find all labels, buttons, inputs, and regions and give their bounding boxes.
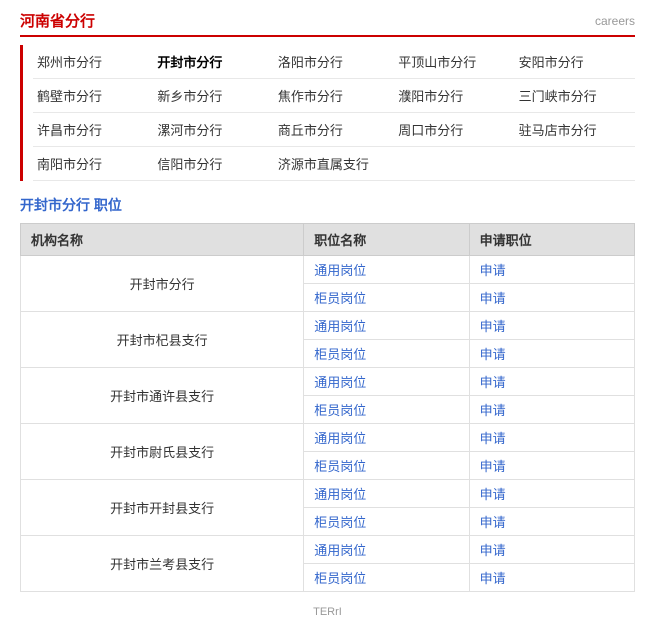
job-link[interactable]: 柜员岗位 xyxy=(314,571,366,586)
job-name-cell[interactable]: 通用岗位 xyxy=(304,312,469,340)
branch-cell xyxy=(515,152,635,175)
table-row: 开封市杞县支行通用岗位申请 xyxy=(21,312,635,340)
apply-cell[interactable]: 申请 xyxy=(469,564,634,592)
apply-cell[interactable]: 申请 xyxy=(469,312,634,340)
job-link[interactable]: 通用岗位 xyxy=(314,431,366,446)
job-name-cell[interactable]: 柜员岗位 xyxy=(304,340,469,368)
jobs-table: 机构名称 职位名称 申请职位 开封市分行通用岗位申请柜员岗位申请开封市杞县支行通… xyxy=(20,223,635,592)
job-name-cell[interactable]: 通用岗位 xyxy=(304,424,469,452)
branch-row: 许昌市分行 漯河市分行 商丘市分行 周口市分行 驻马店市分行 xyxy=(33,113,635,147)
table-row: 开封市开封县支行通用岗位申请 xyxy=(21,480,635,508)
job-link[interactable]: 柜员岗位 xyxy=(314,515,366,530)
branch-cell[interactable]: 开封市分行 xyxy=(153,50,273,73)
job-name-cell[interactable]: 柜员岗位 xyxy=(304,284,469,312)
apply-link[interactable]: 申请 xyxy=(480,375,506,390)
org-name-cell: 开封市开封县支行 xyxy=(21,480,304,536)
job-link[interactable]: 通用岗位 xyxy=(314,263,366,278)
apply-link[interactable]: 申请 xyxy=(480,319,506,334)
branch-grid: 郑州市分行 开封市分行 洛阳市分行 平顶山市分行 安阳市分行 鹤壁市分行 新乡市… xyxy=(20,45,635,181)
branch-cell[interactable]: 许昌市分行 xyxy=(33,118,153,141)
org-name-cell: 开封市分行 xyxy=(21,256,304,312)
apply-link[interactable]: 申请 xyxy=(480,263,506,278)
table-row: 开封市分行通用岗位申请 xyxy=(21,256,635,284)
org-name-cell: 开封市通许县支行 xyxy=(21,368,304,424)
branch-cell[interactable]: 周口市分行 xyxy=(394,118,514,141)
apply-cell[interactable]: 申请 xyxy=(469,368,634,396)
branch-cell[interactable]: 濮阳市分行 xyxy=(394,84,514,107)
table-row: 开封市通许县支行通用岗位申请 xyxy=(21,368,635,396)
header-bar: 河南省分行 careers xyxy=(20,10,635,37)
branch-row: 南阳市分行 信阳市分行 济源市直属支行 xyxy=(33,147,635,181)
branch-cell[interactable]: 南阳市分行 xyxy=(33,152,153,175)
apply-cell[interactable]: 申请 xyxy=(469,396,634,424)
apply-link[interactable]: 申请 xyxy=(480,403,506,418)
apply-cell[interactable]: 申请 xyxy=(469,340,634,368)
job-name-cell[interactable]: 通用岗位 xyxy=(304,480,469,508)
apply-link[interactable]: 申请 xyxy=(480,459,506,474)
section-title: 开封市分行 职位 xyxy=(20,195,635,215)
branch-cell[interactable]: 安阳市分行 xyxy=(515,50,635,73)
apply-link[interactable]: 申请 xyxy=(480,487,506,502)
org-name-cell: 开封市兰考县支行 xyxy=(21,536,304,592)
table-row: 开封市兰考县支行通用岗位申请 xyxy=(21,536,635,564)
job-link[interactable]: 通用岗位 xyxy=(314,375,366,390)
branch-cell[interactable]: 济源市直属支行 xyxy=(274,152,394,175)
col-header-org: 机构名称 xyxy=(21,224,304,256)
job-name-cell[interactable]: 通用岗位 xyxy=(304,256,469,284)
job-name-cell[interactable]: 通用岗位 xyxy=(304,536,469,564)
apply-cell[interactable]: 申请 xyxy=(469,536,634,564)
branch-cell[interactable]: 新乡市分行 xyxy=(153,84,273,107)
table-header-row: 机构名称 职位名称 申请职位 xyxy=(21,224,635,256)
branch-cell[interactable]: 三门峡市分行 xyxy=(515,84,635,107)
apply-cell[interactable]: 申请 xyxy=(469,452,634,480)
job-name-cell[interactable]: 柜员岗位 xyxy=(304,452,469,480)
job-name-cell[interactable]: 柜员岗位 xyxy=(304,564,469,592)
job-name-cell[interactable]: 通用岗位 xyxy=(304,368,469,396)
col-header-job: 职位名称 xyxy=(304,224,469,256)
branch-cell[interactable]: 焦作市分行 xyxy=(274,84,394,107)
branch-row: 鹤壁市分行 新乡市分行 焦作市分行 濮阳市分行 三门峡市分行 xyxy=(33,79,635,113)
job-name-cell[interactable]: 柜员岗位 xyxy=(304,508,469,536)
branch-cell[interactable]: 郑州市分行 xyxy=(33,50,153,73)
col-header-apply: 申请职位 xyxy=(469,224,634,256)
job-link[interactable]: 柜员岗位 xyxy=(314,347,366,362)
apply-link[interactable]: 申请 xyxy=(480,291,506,306)
job-link[interactable]: 柜员岗位 xyxy=(314,403,366,418)
apply-link[interactable]: 申请 xyxy=(480,431,506,446)
apply-cell[interactable]: 申请 xyxy=(469,480,634,508)
branch-cell[interactable]: 鹤壁市分行 xyxy=(33,84,153,107)
org-name-cell: 开封市杞县支行 xyxy=(21,312,304,368)
org-name-cell: 开封市尉氏县支行 xyxy=(21,424,304,480)
apply-cell[interactable]: 申请 xyxy=(469,508,634,536)
apply-cell[interactable]: 申请 xyxy=(469,256,634,284)
apply-link[interactable]: 申请 xyxy=(480,515,506,530)
page-title: 河南省分行 xyxy=(20,10,95,31)
job-link[interactable]: 柜员岗位 xyxy=(314,459,366,474)
job-link[interactable]: 柜员岗位 xyxy=(314,291,366,306)
apply-link[interactable]: 申请 xyxy=(480,571,506,586)
footer-text: TERrI xyxy=(20,602,635,622)
branch-row: 郑州市分行 开封市分行 洛阳市分行 平顶山市分行 安阳市分行 xyxy=(33,45,635,79)
branch-cell[interactable]: 洛阳市分行 xyxy=(274,50,394,73)
branch-cell[interactable]: 驻马店市分行 xyxy=(515,118,635,141)
branch-cell[interactable]: 信阳市分行 xyxy=(153,152,273,175)
job-name-cell[interactable]: 柜员岗位 xyxy=(304,396,469,424)
apply-cell[interactable]: 申请 xyxy=(469,284,634,312)
careers-label: careers xyxy=(595,14,635,28)
branch-cell[interactable]: 漯河市分行 xyxy=(153,118,273,141)
branch-cell[interactable]: 平顶山市分行 xyxy=(394,50,514,73)
apply-link[interactable]: 申请 xyxy=(480,347,506,362)
branch-cell xyxy=(394,152,514,175)
job-link[interactable]: 通用岗位 xyxy=(314,487,366,502)
job-link[interactable]: 通用岗位 xyxy=(314,319,366,334)
table-row: 开封市尉氏县支行通用岗位申请 xyxy=(21,424,635,452)
apply-cell[interactable]: 申请 xyxy=(469,424,634,452)
branch-cell[interactable]: 商丘市分行 xyxy=(274,118,394,141)
